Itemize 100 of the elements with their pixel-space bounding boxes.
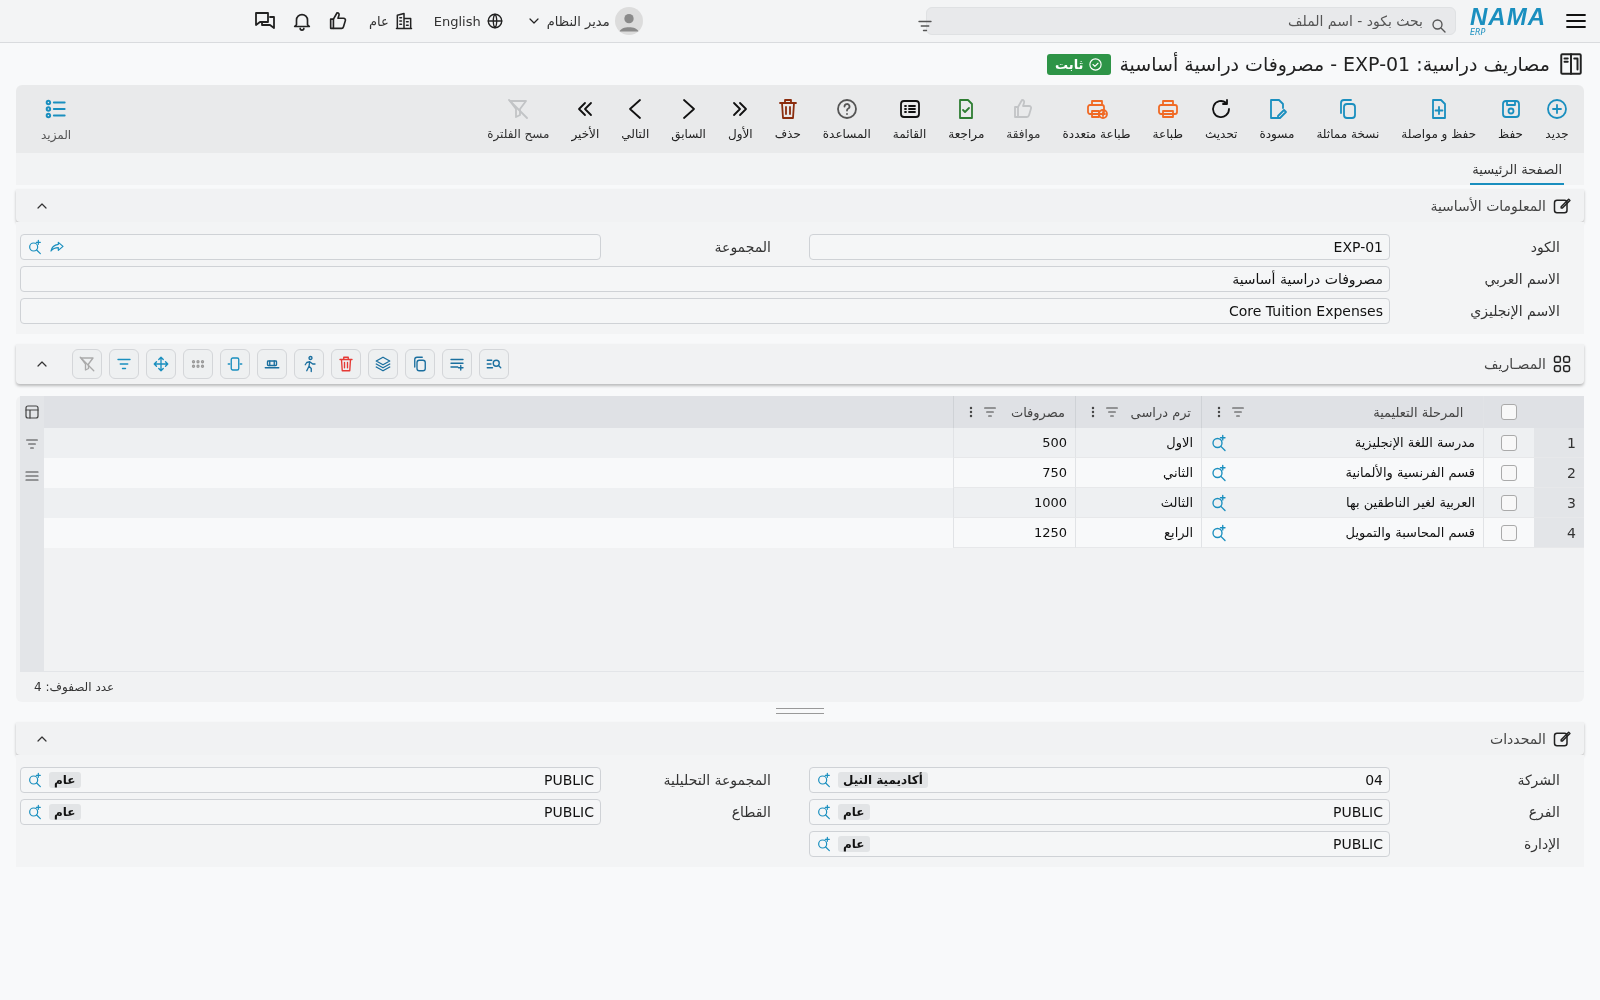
tab[interactable]: الصفحة الرئيسية (1470, 156, 1564, 185)
printer-icon (1155, 97, 1180, 121)
field-label: الاسم العربي (1483, 271, 1561, 287)
toolbar-button[interactable]: جديد (1534, 97, 1580, 141)
row-number: 1 (1534, 428, 1584, 458)
lookup-icon (816, 772, 832, 788)
field-label: الكود (1529, 239, 1561, 255)
check-circle-icon (1088, 56, 1104, 72)
grid-tool-button[interactable] (331, 349, 361, 379)
toolbar-button[interactable]: مراجعة (937, 97, 996, 141)
row-number: 3 (1534, 488, 1584, 518)
grid-tool-button[interactable] (368, 349, 398, 379)
grid-tool-button[interactable] (109, 349, 139, 379)
list-icon (897, 97, 922, 121)
grid-icon (1552, 354, 1572, 374)
more-button[interactable]: المزيد (30, 96, 83, 142)
company-name[interactable]: عام (369, 13, 389, 29)
grid-tool-button[interactable] (72, 349, 102, 379)
lookup-icon (27, 239, 43, 255)
grid-tool-button[interactable] (257, 349, 287, 379)
filter-off-icon (78, 355, 96, 373)
row-count: عدد الصفوف: 4 (34, 680, 115, 694)
user-name[interactable]: مدير النظام (546, 13, 610, 29)
toolbar-button[interactable]: القائمة (881, 97, 938, 141)
field-label: الفرع (1527, 804, 1561, 820)
move-icon (152, 355, 170, 373)
menu-icon (24, 468, 40, 484)
toolbar-button[interactable]: حفظ و مواصلة (1390, 97, 1488, 141)
table-cell: 1250 (953, 518, 1075, 548)
input-field[interactable] (20, 234, 601, 260)
row-checkbox[interactable] (1501, 464, 1517, 481)
input-field[interactable]: Core Tuition Expenses (20, 298, 1390, 324)
lookup-icon (816, 836, 832, 852)
value-tag: أكاديمية النيل (838, 772, 928, 788)
value-tag: عام (838, 804, 870, 820)
lookup-icon (1210, 433, 1228, 452)
toolbar-button[interactable]: طباعة (1141, 97, 1194, 141)
language-link[interactable]: English (433, 13, 481, 29)
thumbs-up-icon[interactable] (327, 10, 349, 32)
section-title: المصـاريف (1484, 356, 1546, 372)
row-checkbox[interactable] (1501, 434, 1517, 451)
toolbar-button[interactable]: السابق (660, 97, 717, 141)
table-cell: قسم المحاسبة والتمويل (1201, 518, 1483, 548)
filter-off-icon (506, 97, 531, 121)
grid-tool-button[interactable] (220, 349, 250, 379)
grid-tool-button[interactable] (479, 349, 509, 379)
help-icon (834, 97, 859, 121)
input-field[interactable]: EXP-01 (809, 234, 1390, 260)
value-tag: عام (49, 804, 81, 820)
search-icon (1430, 17, 1448, 35)
user-avatar-icon (614, 7, 643, 35)
grid-tool-button[interactable] (442, 349, 472, 379)
toolbar-button[interactable]: حذف (763, 97, 812, 141)
book-icon (1558, 51, 1584, 77)
filter-icon (1104, 404, 1120, 420)
copy-icon (411, 355, 429, 373)
lookup-icon (27, 772, 43, 788)
resize-handle[interactable] (776, 708, 824, 714)
field-label: الإدارة (1522, 836, 1561, 852)
toolbar-button[interactable]: الأخير (560, 97, 611, 141)
field-label: القطاع (730, 804, 772, 820)
lookup-icon (816, 804, 832, 820)
field-label: الشركة (1516, 772, 1561, 788)
page-title: مصاريف دراسية: EXP-01 - مصروفات دراسية أساسية (1119, 53, 1550, 75)
printer-plus-icon (1084, 97, 1109, 121)
grid-tool-button[interactable] (405, 349, 435, 379)
search-field[interactable]: بحث بكود - اسم الملف (926, 7, 1456, 35)
lookup-icon (1210, 493, 1228, 512)
field-label: المجموعة التحليلية (662, 772, 772, 788)
toolbar-button[interactable]: المساعدة (811, 97, 882, 141)
building-icon (393, 11, 414, 31)
toolbar-button[interactable]: الأول (716, 97, 764, 141)
row-checkbox[interactable] (1501, 494, 1517, 511)
value-tag: عام (838, 836, 870, 852)
lookup-icon (1210, 463, 1228, 482)
table-icon (24, 404, 40, 420)
field-label: الاسم الإنجليزي (1469, 303, 1561, 319)
toolbar-button[interactable]: التالي (610, 97, 661, 141)
input-field[interactable]: مصروفات دراسية أساسية (20, 266, 1390, 292)
columns-icon (226, 355, 244, 373)
grid-tool-button[interactable] (183, 349, 213, 379)
field-label: المجموعة (713, 239, 772, 255)
section-title: المحددات (1490, 730, 1546, 747)
layers-icon (374, 355, 392, 373)
plus-icon (1545, 97, 1569, 121)
value-tag: عام (49, 772, 81, 788)
grid-tool-button[interactable] (146, 349, 176, 379)
logo: NAMA (1470, 5, 1546, 29)
toolbar-button[interactable]: مسودة (1248, 97, 1306, 141)
toolbar-button[interactable]: تحديث (1193, 97, 1249, 141)
select-all-checkbox[interactable] (1501, 404, 1517, 420)
grid-tool-button[interactable] (294, 349, 324, 379)
toolbar-button[interactable]: حفظ (1487, 97, 1534, 141)
toolbar-button[interactable]: طباعة متعددة (1051, 97, 1142, 141)
section-title: المعلومات الأساسية (1430, 197, 1546, 214)
table-cell: الرابع (1075, 518, 1201, 548)
toolbar-button[interactable]: نسخة مماثلة (1305, 97, 1391, 141)
status-badge: ثابت (1047, 53, 1112, 75)
row-checkbox[interactable] (1501, 524, 1517, 541)
filter-icon (1230, 404, 1246, 420)
